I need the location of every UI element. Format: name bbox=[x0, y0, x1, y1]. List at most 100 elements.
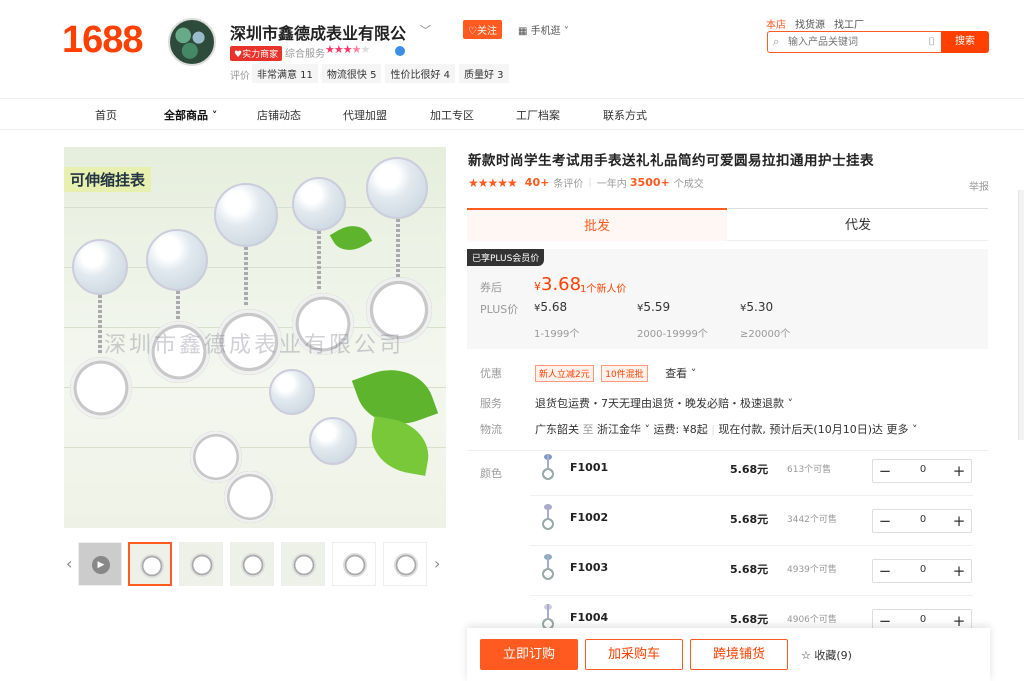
increase-button[interactable]: + bbox=[947, 561, 971, 581]
sku-color-label: 颜色 bbox=[480, 467, 502, 480]
evaluation-tag: 质量好 3 bbox=[459, 64, 509, 83]
promotion-tags: 新人立减2元 10件混批 查看 ˅ bbox=[535, 365, 696, 382]
quantity-input[interactable]: 0 bbox=[897, 564, 949, 575]
ship-to[interactable]: 浙江金华 bbox=[597, 423, 641, 436]
coupon-price: ¥3.68 bbox=[534, 274, 581, 295]
mouse-badge-image bbox=[72, 239, 128, 295]
logistics-more[interactable]: 更多 ˅ bbox=[887, 423, 918, 436]
service-rating-label: 综合服务 bbox=[285, 49, 325, 60]
thumbnail-watch-image bbox=[140, 554, 164, 578]
tab-dropship[interactable]: 代发 bbox=[728, 208, 988, 241]
thumbnail-image[interactable] bbox=[281, 542, 325, 586]
image-watermark: 深圳市鑫德成表业有限公司 bbox=[104, 333, 405, 358]
nav-shop-news[interactable]: 店铺动态 bbox=[257, 107, 301, 123]
shop-nav: 首页 全部商品 ˅ 店铺动态 代理加盟 加工专区 工厂档案 联系方式 bbox=[0, 99, 1024, 130]
favorite-button[interactable]: ☆ 收藏(9) bbox=[801, 647, 852, 663]
follow-button[interactable]: ♡关注 bbox=[463, 20, 502, 39]
shop-name[interactable]: 深圳市鑫德成表业有限公 bbox=[230, 20, 406, 44]
thumbnail-watch-image bbox=[190, 553, 214, 577]
evaluation-tags: 非常满意 11 物流很快 5 性价比很好 4 质量好 3 bbox=[252, 64, 509, 83]
chevron-down-icon[interactable]: ﹀ bbox=[420, 22, 431, 38]
nav-contact[interactable]: 联系方式 bbox=[603, 107, 647, 123]
thumbnail-image[interactable] bbox=[179, 542, 223, 586]
sku-chain-shape bbox=[547, 454, 549, 468]
view-promotions-label: 查看 bbox=[665, 367, 688, 380]
chevron-down-icon: ˅ bbox=[644, 423, 651, 436]
add-to-cart-button[interactable]: 加采购车 bbox=[585, 639, 683, 670]
evaluation-tag: 非常满意 11 bbox=[252, 64, 318, 83]
increase-button[interactable]: + bbox=[947, 461, 971, 481]
chevron-right-icon[interactable]: › bbox=[434, 554, 440, 573]
service-value[interactable]: 退货包运费・7天无理由退货・晚发必赔・极速退款 ˅ bbox=[535, 395, 793, 411]
chevron-left-icon[interactable]: ‹ bbox=[66, 554, 72, 573]
decrease-button[interactable]: − bbox=[873, 511, 897, 531]
mobile-link-label: 手机逛 bbox=[530, 26, 561, 37]
search-scope-this-shop[interactable]: 本店 bbox=[766, 16, 786, 31]
search-scope-sources[interactable]: 找货源 bbox=[795, 16, 825, 31]
nav-home[interactable]: 首页 bbox=[95, 107, 117, 123]
quantity-input[interactable]: 0 bbox=[897, 464, 949, 475]
promotion-label: 优惠 bbox=[480, 367, 502, 380]
search-button[interactable]: 搜索 bbox=[941, 31, 989, 53]
tier-price: ¥5.68 bbox=[534, 300, 567, 314]
nav-processing[interactable]: 加工专区 bbox=[430, 107, 474, 123]
service-rating-stars: ★★★★★ bbox=[325, 43, 370, 56]
sku-thumbnail[interactable] bbox=[540, 454, 556, 488]
sku-thumbnail[interactable] bbox=[540, 504, 556, 538]
camera-icon[interactable]: ⌷ bbox=[928, 35, 935, 49]
sku-row: F1002 5.68元 3442个可售 − 0 + bbox=[530, 496, 973, 546]
thumbnail-image[interactable] bbox=[383, 542, 427, 586]
report-link[interactable]: 举报 bbox=[969, 178, 989, 193]
chick-badge-image bbox=[146, 229, 208, 291]
watch-face-image bbox=[70, 357, 132, 419]
decrease-button[interactable]: − bbox=[873, 461, 897, 481]
buy-now-button[interactable]: 立即订购 bbox=[480, 639, 578, 670]
nav-all-products[interactable]: 全部商品 ˅ bbox=[164, 107, 217, 123]
sku-watch-shape bbox=[542, 468, 554, 480]
thumbnail-image[interactable] bbox=[230, 542, 274, 586]
sku-watch-shape bbox=[542, 568, 554, 580]
quantity-stepper: − 0 + bbox=[872, 509, 972, 533]
price-box: 已享PLUS会员价 券后 ¥3.68 1个新人价 PLUS价 ¥5.68 ¥5.… bbox=[467, 249, 988, 349]
thumbnail-image[interactable] bbox=[332, 542, 376, 586]
site-logo[interactable]: 1688 bbox=[62, 19, 144, 62]
purchase-action-bar: 立即订购 加采购车 跨境铺货 ☆ 收藏(9) bbox=[467, 628, 990, 681]
review-suffix: 条评价 bbox=[553, 179, 584, 190]
thumbnail-video[interactable]: ▶ bbox=[78, 542, 122, 586]
tab-wholesale[interactable]: 批发 bbox=[467, 208, 727, 241]
reel-chain bbox=[244, 247, 248, 307]
product-main-image[interactable]: 可伸缩挂表 深圳市鑫德成表业有限公司 bbox=[64, 147, 446, 528]
cross-border-button[interactable]: 跨境铺货 bbox=[690, 639, 788, 670]
chevron-down-icon: ˅ bbox=[690, 367, 697, 380]
increase-button[interactable]: + bbox=[947, 511, 971, 531]
bow-badge-image bbox=[366, 157, 428, 219]
sku-thumbnail[interactable] bbox=[540, 554, 556, 588]
nav-agency[interactable]: 代理加盟 bbox=[343, 107, 387, 123]
view-promotions[interactable]: 查看 ˅ bbox=[665, 367, 696, 380]
pink-mouse-badge-image bbox=[292, 177, 346, 231]
search-input[interactable] bbox=[788, 34, 918, 50]
leaf-decoration bbox=[366, 416, 434, 476]
power-badge-label: 实力商家 bbox=[242, 50, 279, 60]
shop-avatar[interactable] bbox=[168, 18, 216, 66]
plus-member-badge: 已享PLUS会员价 bbox=[467, 249, 545, 266]
thumbnail-image[interactable] bbox=[128, 542, 172, 586]
quantity-input[interactable]: 0 bbox=[897, 514, 949, 525]
nav-factory-profile[interactable]: 工厂档案 bbox=[516, 107, 560, 123]
star-icon: ☆ bbox=[801, 649, 815, 662]
sku-chain-shape bbox=[547, 554, 549, 568]
decrease-button[interactable]: − bbox=[873, 561, 897, 581]
verified-icon bbox=[395, 46, 405, 56]
quantity-stepper: − 0 + bbox=[872, 459, 972, 483]
mobile-shop-link[interactable]: ▦ 手机逛 ˅ bbox=[518, 22, 569, 37]
quantity-input[interactable]: 0 bbox=[897, 614, 949, 625]
review-count[interactable]: 40+ bbox=[525, 176, 550, 189]
power-merchant-badge: ♥实力商家 bbox=[230, 46, 283, 61]
sales-period: 一年内 bbox=[596, 179, 627, 190]
search-scope-factories[interactable]: 找工厂 bbox=[834, 16, 864, 31]
scrollbar[interactable] bbox=[1018, 190, 1024, 440]
sku-chain-shape bbox=[547, 504, 549, 518]
reel-chain bbox=[396, 219, 400, 277]
tier-quantity: ≥20000个 bbox=[740, 329, 791, 340]
blue-bow-badge-image bbox=[269, 369, 315, 415]
